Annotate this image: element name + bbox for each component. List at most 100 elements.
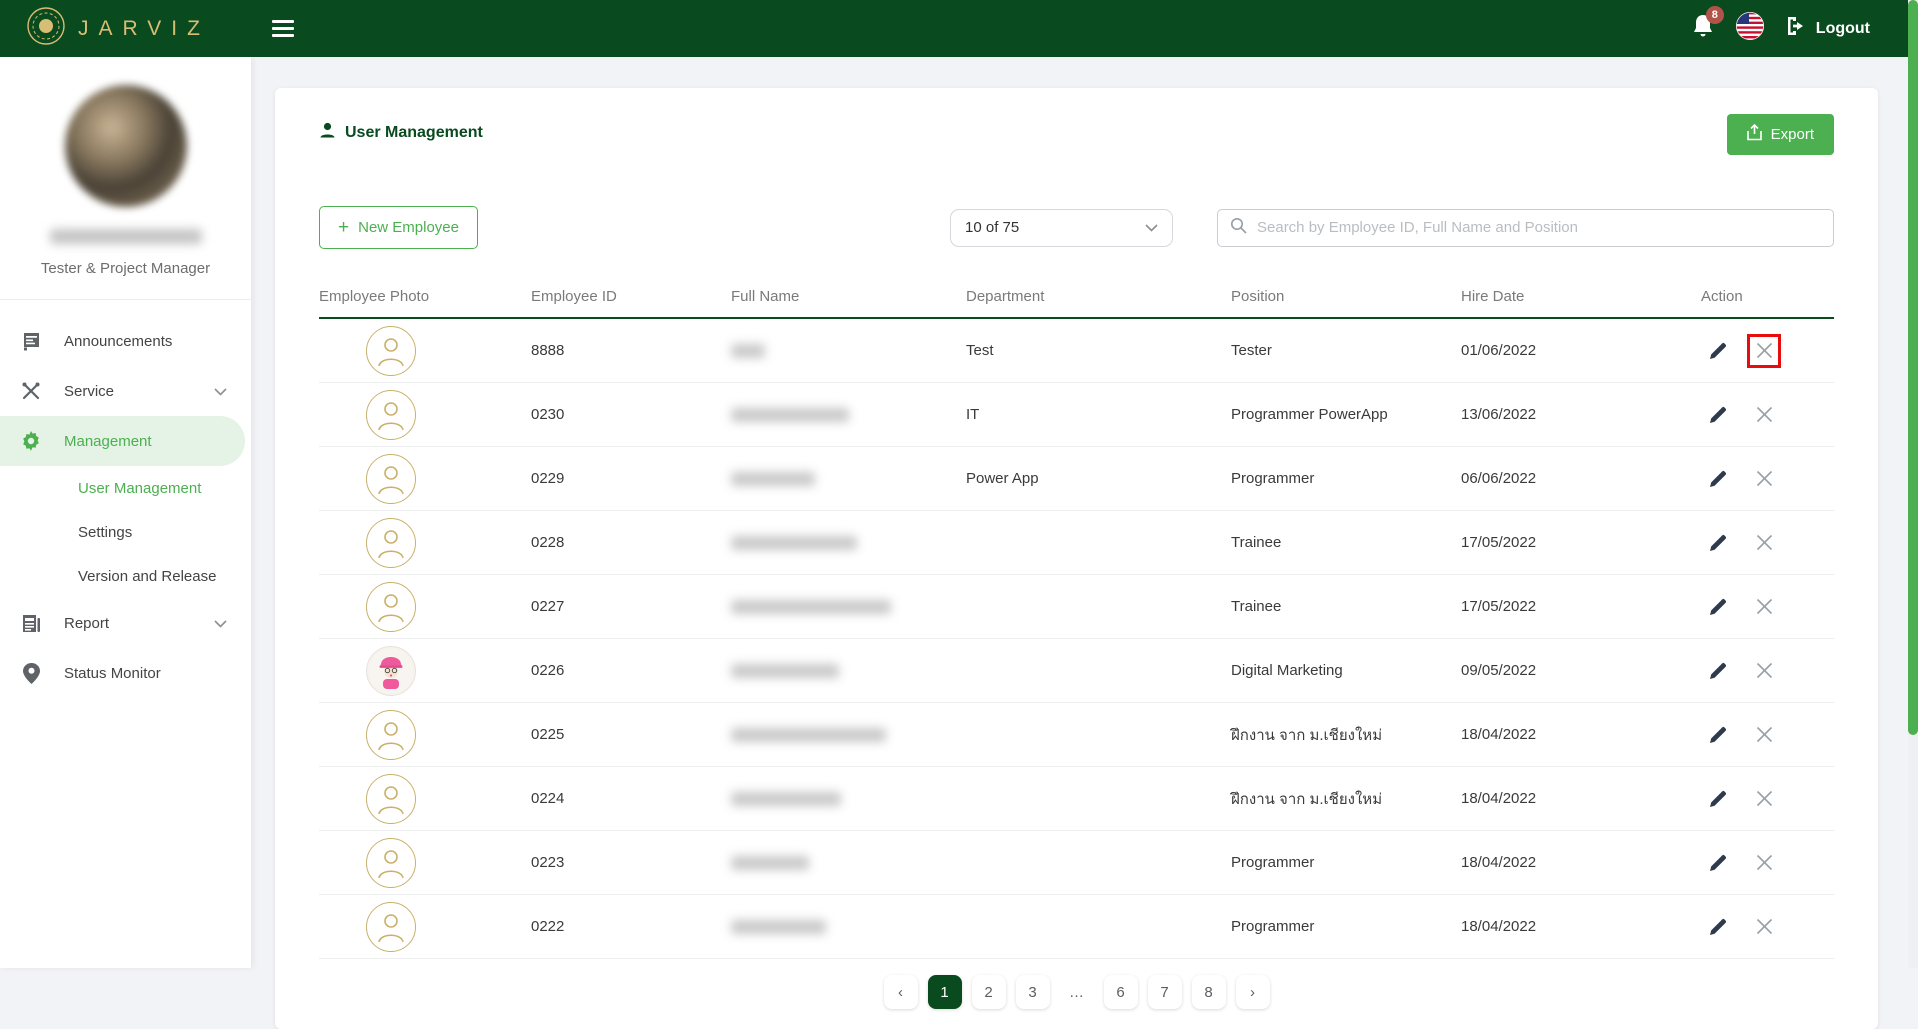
page-button[interactable]: 6	[1104, 975, 1138, 1009]
action-cell	[1701, 718, 1834, 752]
edit-button[interactable]	[1701, 334, 1735, 368]
sidebar-item-management[interactable]: Management	[0, 416, 245, 466]
profile-name-redacted	[50, 229, 202, 244]
edit-button[interactable]	[1701, 590, 1735, 624]
notifications-button[interactable]: 8	[1691, 13, 1715, 44]
search-input[interactable]	[1257, 219, 1821, 236]
action-cell	[1701, 782, 1834, 816]
page-button[interactable]: 7	[1148, 975, 1182, 1009]
scrollbar-track[interactable]	[1908, 0, 1918, 968]
sidebar-item-announcements[interactable]: Announcements	[0, 316, 251, 366]
delete-button[interactable]	[1747, 526, 1781, 560]
table-row: 0227 Trainee 17/05/2022	[319, 575, 1834, 639]
action-cell	[1701, 590, 1834, 624]
language-flag-button[interactable]	[1735, 11, 1765, 46]
delete-button[interactable]	[1747, 910, 1781, 944]
sidebar-item-user-management[interactable]: User Management	[0, 466, 251, 510]
delete-button[interactable]	[1747, 334, 1781, 368]
employee-avatar	[366, 454, 416, 504]
table-controls: + New Employee 10 of 75	[319, 206, 1834, 249]
logout-label: Logout	[1816, 20, 1870, 38]
sidebar: Tester & Project Manager Announcements S…	[0, 57, 251, 968]
action-cell	[1701, 846, 1834, 880]
page-button[interactable]: 8	[1192, 975, 1226, 1009]
new-employee-button[interactable]: + New Employee	[319, 206, 478, 249]
edit-button[interactable]	[1701, 462, 1735, 496]
edit-button[interactable]	[1701, 718, 1735, 752]
profile-section: Tester & Project Manager	[0, 57, 251, 300]
full-name-cell	[731, 536, 966, 550]
sidebar-item-label: Status Monitor	[64, 665, 161, 682]
export-button[interactable]: Export	[1727, 114, 1834, 155]
hire-date-cell: 01/06/2022	[1461, 342, 1701, 359]
employee-avatar	[366, 774, 416, 824]
employee-photo-cell	[319, 390, 531, 440]
employee-id-cell: 0226	[531, 662, 731, 679]
sidebar-item-status-monitor[interactable]: Status Monitor	[0, 648, 251, 698]
edit-button[interactable]	[1701, 398, 1735, 432]
full-name-cell	[731, 472, 966, 486]
employee-photo-cell	[319, 710, 531, 760]
action-cell	[1701, 526, 1834, 560]
scrollbar-thumb[interactable]	[1908, 0, 1918, 735]
sidebar-item-report[interactable]: Report	[0, 598, 251, 648]
edit-button[interactable]	[1701, 782, 1735, 816]
page-button[interactable]: 2	[972, 975, 1006, 1009]
edit-button[interactable]	[1701, 846, 1735, 880]
person-icon	[319, 122, 336, 144]
page-title-label: User Management	[345, 124, 483, 142]
position-cell: Programmer	[1231, 470, 1461, 487]
sidebar-item-settings[interactable]: Settings	[0, 510, 251, 554]
employee-avatar	[366, 326, 416, 376]
position-cell: Programmer	[1231, 918, 1461, 935]
logout-button[interactable]: Logout	[1785, 15, 1870, 42]
employee-id-cell: 0222	[531, 918, 731, 935]
plus-icon: +	[338, 221, 349, 235]
edit-button[interactable]	[1701, 526, 1735, 560]
department-cell: IT	[966, 406, 1231, 423]
sidebar-item-version-and-release[interactable]: Version and Release	[0, 554, 251, 598]
delete-button[interactable]	[1747, 846, 1781, 880]
position-cell: Programmer PowerApp	[1231, 406, 1461, 423]
search-box	[1217, 209, 1834, 247]
redacted-name	[731, 920, 826, 934]
redacted-name	[731, 728, 886, 742]
sidebar-nav: Announcements Service Mana	[0, 300, 251, 698]
delete-button[interactable]	[1747, 718, 1781, 752]
delete-button[interactable]	[1747, 398, 1781, 432]
sidebar-item-service[interactable]: Service	[0, 366, 251, 416]
position-cell: ฝึกงาน จาก ม.เชียงใหม่	[1231, 723, 1461, 747]
page-button[interactable]: 1	[928, 975, 962, 1009]
redacted-name	[731, 344, 765, 358]
employee-photo-cell	[319, 838, 531, 888]
department-cell: Test	[966, 342, 1231, 359]
sidebar-item-label: Report	[64, 615, 109, 632]
employee-id-cell: 0230	[531, 406, 731, 423]
full-name-cell	[731, 600, 966, 614]
delete-button[interactable]	[1747, 782, 1781, 816]
page-button[interactable]: 3	[1016, 975, 1050, 1009]
delete-button[interactable]	[1747, 654, 1781, 688]
action-cell	[1701, 910, 1834, 944]
table-row: 0224 ฝึกงาน จาก ม.เชียงใหม่ 18/04/2022	[319, 767, 1834, 831]
hire-date-cell: 17/05/2022	[1461, 598, 1701, 615]
sidebar-item-label: Announcements	[64, 333, 172, 350]
prev-page-button[interactable]: ‹	[884, 975, 918, 1009]
employee-id-cell: 0227	[531, 598, 731, 615]
column-header: Position	[1231, 288, 1461, 305]
hire-date-cell: 06/06/2022	[1461, 470, 1701, 487]
employee-avatar	[366, 838, 416, 888]
edit-button[interactable]	[1701, 910, 1735, 944]
user-management-card: User Management Export + New Employee 10…	[275, 88, 1878, 1029]
table-row: 0222 Programmer 18/04/2022	[319, 895, 1834, 959]
delete-button[interactable]	[1747, 462, 1781, 496]
announcement-icon	[20, 332, 42, 351]
redacted-name	[731, 792, 841, 806]
next-page-button[interactable]: ›	[1236, 975, 1270, 1009]
delete-button[interactable]	[1747, 590, 1781, 624]
full-name-cell	[731, 728, 966, 742]
page-size-select[interactable]: 10 of 75	[950, 209, 1173, 247]
map-pin-icon	[20, 663, 42, 684]
menu-toggle-button[interactable]	[272, 20, 294, 37]
edit-button[interactable]	[1701, 654, 1735, 688]
